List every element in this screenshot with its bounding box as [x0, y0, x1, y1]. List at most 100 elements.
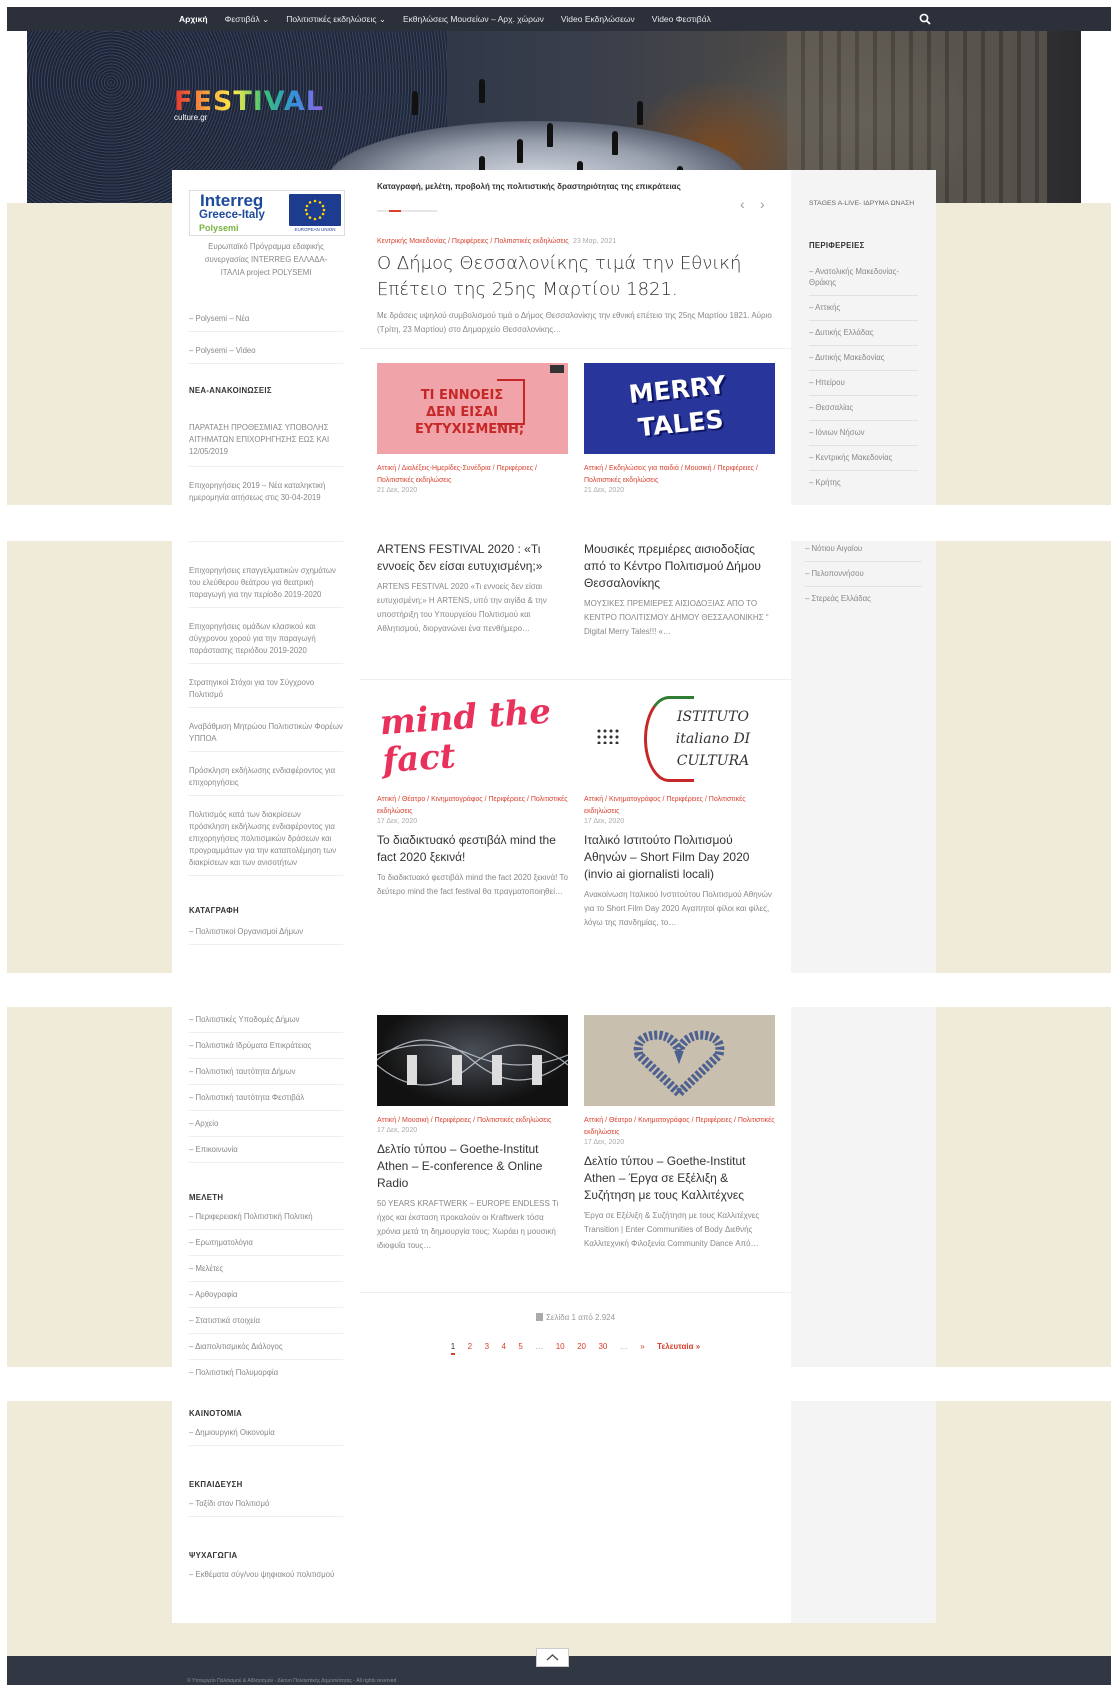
post-image[interactable]	[377, 1015, 568, 1106]
post-card[interactable]: Αττική / Θέατρο / Κινηματογράφος / Περιφ…	[584, 1015, 775, 1251]
sidebar-link[interactable]: – Επικοινωνία	[189, 1139, 343, 1163]
news-item[interactable]: Επιχορηγήσεις 2019 – Νέα καταληκτική ημε…	[189, 475, 343, 510]
region-link[interactable]: – Ηπείρου	[809, 371, 918, 396]
sidebar-link[interactable]: – Αρχείο	[189, 1113, 343, 1137]
region-link[interactable]: – Στερεάς Ελλάδας	[805, 587, 922, 611]
post-title[interactable]: Ιταλικό Ιστιτούτο Πολιτισμού Αθηνών – Sh…	[584, 832, 775, 883]
post-title[interactable]: Δελτίο τύπου – Goethe-Institut Athen – Έ…	[584, 1153, 775, 1204]
slider-next-icon[interactable]: ›	[760, 196, 765, 212]
post-image[interactable]: MERRY TALES	[584, 363, 775, 454]
stages-link[interactable]: STAGES A-LIVE- ΙΔΡΥΜΑ ΩΝΑΣΗ	[809, 200, 918, 207]
sidebar-link[interactable]: – Πολιτιστικά Ιδρύματα Επικράτειας	[189, 1035, 343, 1059]
featured-meta[interactable]: Κεντρικής Μακεδονίας / Περιφέρειες / Πολ…	[377, 238, 569, 245]
nav-item-festival-videos[interactable]: Video Φεστιβάλ	[652, 7, 711, 31]
region-link[interactable]: – Πελοποννήσου	[805, 562, 922, 587]
page-link-3[interactable]: 3	[485, 1342, 489, 1351]
post-image-text: mind the fact	[378, 694, 553, 782]
sidebar-link[interactable]: – Αρθογραφία	[189, 1284, 343, 1308]
news-item[interactable]: Στρατηγικοί Στόχοι για τον Σύγχρονο Πολι…	[189, 672, 343, 708]
page-link-1[interactable]: 1	[450, 1342, 456, 1355]
site-logo[interactable]: FESTIVAL culture.gr	[174, 86, 324, 122]
sidebar-link[interactable]: – Εκθέματα σύγ/νου ψηφιακού πολιτισμού	[189, 1564, 343, 1587]
nav-item-museum-events[interactable]: Εκθηλώσεις Μουσείων – Αρχ. χώρων	[403, 7, 544, 31]
region-link[interactable]: – Κεντρικής Μακεδονίας	[809, 446, 918, 471]
post-title[interactable]: ARTENS FESTIVAL 2020 : «Τι εννοείς δεν ε…	[377, 541, 568, 575]
post-card[interactable]: ΤΙ ΕΝΝΟΕΙΣ ΔΕΝ ΕΙΣΑΙ ΕΥΤΥΧΙΣΜΕΝΗ; Αττική…	[377, 363, 568, 494]
region-link[interactable]: – Ανατολικής Μακεδονίας-Θράκης	[809, 260, 918, 296]
sidebar-link[interactable]: – Μελέτες	[189, 1258, 343, 1282]
post-image[interactable]: mind the fact	[377, 694, 568, 785]
region-link[interactable]: – Ιόνιων Νήσων	[809, 421, 918, 446]
post-meta[interactable]: Αττική / Θέατρο / Κινηματογράφος / Περιφ…	[377, 794, 568, 818]
sidebar-link[interactable]: – Διαπολιτισμικός Διάλογος	[189, 1336, 343, 1360]
news-item[interactable]: Αναβάθμιση Μητρώου Πολιτιστικών Φορέων Υ…	[189, 716, 343, 752]
post-meta[interactable]: Αττική / Μουσική / Περιφέρειες / Πολιτισ…	[377, 1115, 568, 1127]
sidebar-link-polysemi-video[interactable]: – Polysemi – Video	[189, 340, 343, 364]
post-title[interactable]: Δελτίο τύπου – Goethe-Institut Athen – E…	[377, 1141, 568, 1192]
nav-item-cultural-events[interactable]: Πολιτιστικές εκδηλώσεις ⌄	[286, 7, 386, 31]
nav-item-festivals[interactable]: Φεστιβάλ ⌄	[225, 7, 270, 31]
page-link-2[interactable]: 2	[468, 1342, 472, 1351]
post-card[interactable]: ISTITUTO italiano DI CULTURA Αττική / Κι…	[584, 694, 775, 930]
news-item[interactable]: ΠΑΡΑΤΑΣΗ ΠΡΟΘΕΣΜΙΑΣ ΥΠΟΒΟΛΗΣ ΑΙΤΗΜΑΤΩΝ Ε…	[189, 417, 343, 467]
post-card-text[interactable]: ARTENS FESTIVAL 2020 : «Τι εννοείς δεν ε…	[377, 541, 568, 636]
page-link-20[interactable]: 20	[577, 1342, 586, 1351]
region-link[interactable]: – Κρήτης	[809, 471, 918, 495]
post-image-decoration	[497, 379, 525, 425]
page-link-10[interactable]: 10	[556, 1342, 565, 1351]
region-link[interactable]: – Δυτικής Ελλάδας	[809, 321, 918, 346]
interreg-title: Interreg	[200, 191, 264, 210]
sidebar-link[interactable]: – Περιφερειακή Πολιτιστική Πολιτική	[189, 1206, 343, 1230]
sidebar-link-polysemi-news[interactable]: – Polysemi – Νέα	[189, 308, 343, 332]
page-ellipsis: …	[535, 1342, 544, 1351]
sidebar-link[interactable]: – Πολιτιστική ταυτότητα Δήμων	[189, 1061, 343, 1085]
site-tagline: Καταγραφή, μελέτη, προβολή της πολιτιστι…	[377, 182, 681, 191]
post-excerpt: Το διαδικτυακό φεστιβάλ mind the fact 20…	[377, 873, 568, 896]
post-card-text[interactable]: Μουσικές πρεμιέρες αισιοδοξίας από το Κέ…	[584, 541, 775, 639]
psyxagogia-heading: ΨΥΧΑΓΩΓΙΑ	[189, 1551, 238, 1560]
region-link[interactable]: – Θεσσαλίας	[809, 396, 918, 421]
nav-item-home[interactable]: Αρχική	[179, 7, 208, 31]
news-item[interactable]: Πρόσκληση εκδήλωσης ενδιαφέροντος για επ…	[189, 760, 343, 796]
post-title[interactable]: Το διαδικτυακό φεστιβάλ mind the fact 20…	[377, 832, 568, 866]
news-item[interactable]: Επιχορηγήσεις ομάδων κλασικού και σύγχρο…	[189, 616, 343, 664]
sidebar-link[interactable]: – Δημιουργική Οικονομία	[189, 1422, 343, 1446]
post-meta[interactable]: Αττική / Κινηματογράφος / Περιφέρειες / …	[584, 794, 775, 818]
post-image[interactable]: ISTITUTO italiano DI CULTURA	[584, 694, 775, 785]
post-card[interactable]: MERRY TALES Αττική / Εκδηλώσεις για παιδ…	[584, 363, 775, 494]
search-icon[interactable]	[919, 13, 931, 25]
sidebar-link[interactable]: – Ταξίδι στον Πολιτισμό	[189, 1493, 343, 1517]
page-last[interactable]: Τελευταία »	[657, 1342, 700, 1351]
sidebar-link[interactable]: – Ερωτηματολόγια	[189, 1232, 343, 1256]
sidebar-link[interactable]: – Στατιστικά στοιχεία	[189, 1310, 343, 1334]
region-link[interactable]: – Νότιου Αιγαίου	[805, 541, 922, 562]
interreg-logo[interactable]: Interreg Greece-Italy Polysemi EUROPEAN …	[189, 190, 345, 236]
post-meta[interactable]: Αττική / Διαλέξεις-Ημερίδες-Συνέδρια / Π…	[377, 463, 568, 487]
news-item[interactable]: Επιχορηγήσεις επαγγελματικών σχημάτων το…	[189, 560, 343, 608]
region-link[interactable]: – Δυτικής Μακεδονίας	[809, 346, 918, 371]
post-meta[interactable]: Αττική / Εκδηλώσεις για παιδιά / Μουσική…	[584, 463, 775, 487]
post-card[interactable]: Αττική / Μουσική / Περιφέρειες / Πολιτισ…	[377, 1015, 568, 1253]
sidebar-link[interactable]: – Πολιτιστική ταυτότητα Φεστιβάλ	[189, 1087, 343, 1111]
sidebar-link[interactable]: – Πολιτιστική Πολυμορφία	[189, 1362, 343, 1385]
page-link-4[interactable]: 4	[501, 1342, 505, 1351]
post-meta[interactable]: Αττική / Θέατρο / Κινηματογράφος / Περιφ…	[584, 1115, 775, 1139]
scroll-to-top-button[interactable]	[536, 1648, 569, 1667]
post-image[interactable]: ΤΙ ΕΝΝΟΕΙΣ ΔΕΝ ΕΙΣΑΙ ΕΥΤΥΧΙΣΜΕΝΗ;	[377, 363, 568, 454]
sidebar-link[interactable]: – Πολιτιστικοί Οργανισμοί Δήμων	[189, 921, 343, 945]
nav-item-event-videos[interactable]: Video Εκδηλώσεων	[561, 7, 635, 31]
post-card[interactable]: mind the fact Αττική / Θέατρο / Κινηματο…	[377, 694, 568, 899]
post-image[interactable]	[584, 1015, 775, 1106]
post-image-text: ΤΙ ΕΝΝΟΕΙΣ ΔΕΝ ΕΙΣΑΙ ΕΥΤΥΧΙΣΜΕΝΗ;	[415, 388, 525, 437]
page-next[interactable]: »	[640, 1342, 644, 1351]
page-link-5[interactable]: 5	[518, 1342, 522, 1351]
sidebar-link[interactable]: – Πολιτιστικές Υποδομές Δήμων	[189, 1009, 343, 1033]
region-link[interactable]: – Αττικής	[809, 296, 918, 321]
featured-title[interactable]: Ο Δήμος Θεσσαλονίκης τιμά την Εθνική Επέ…	[377, 251, 772, 303]
slider-prev-icon[interactable]: ‹	[740, 196, 745, 212]
news-item[interactable]: Πολιτισμός κατά των διακρίσεων πρόσκληση…	[189, 804, 343, 876]
post-date: 21 Δεκ, 2020	[377, 487, 418, 494]
eu-flag-icon	[289, 194, 341, 226]
page-link-30[interactable]: 30	[598, 1342, 607, 1351]
post-title[interactable]: Μουσικές πρεμιέρες αισιοδοξίας από το Κέ…	[584, 541, 775, 592]
